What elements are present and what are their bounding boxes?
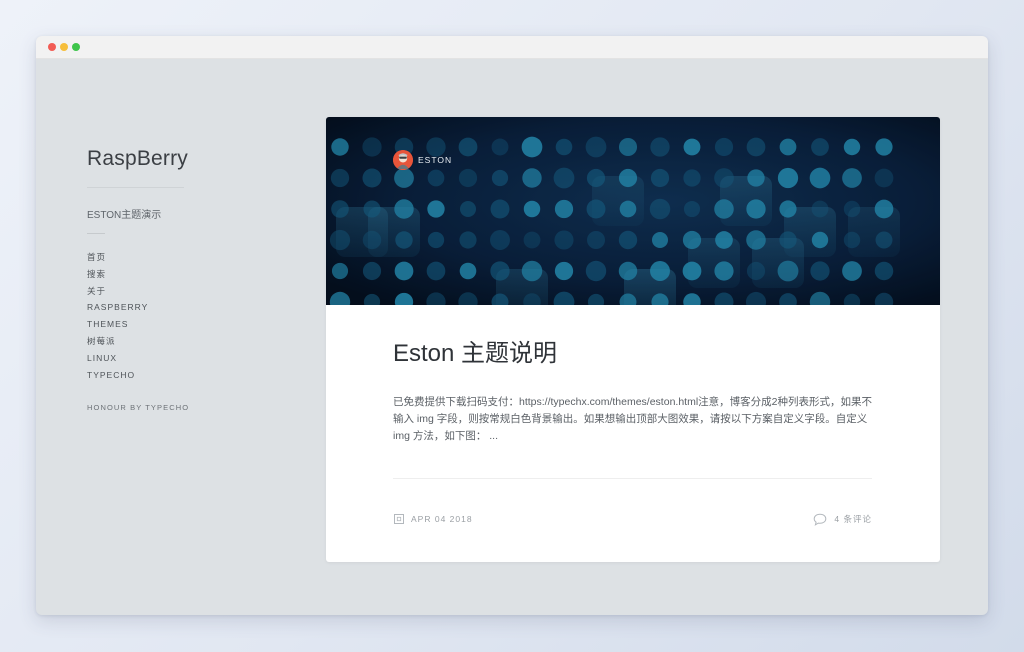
post-date: APR 04 2018 [393, 513, 473, 525]
sidebar-divider [87, 187, 184, 188]
post-divider [393, 478, 872, 479]
sidebar-divider-short [87, 233, 105, 234]
nav-item-search[interactable]: 搜索 [87, 266, 148, 283]
post-title[interactable]: Eston 主题说明 [393, 333, 557, 368]
minimize-window-button[interactable] [60, 43, 68, 51]
nav-item-raspberry[interactable]: RASPBERRY [87, 299, 148, 316]
post-date-text: APR 04 2018 [411, 514, 473, 524]
post-excerpt: 已免费提供下载扫码支付：https://typechx.com/themes/e… [393, 396, 872, 442]
browser-window: RaspBerry ESTON主题演示 首页 搜索 关于 RASPBERRY T… [36, 36, 988, 615]
sidebar-nav: 首页 搜索 关于 RASPBERRY THEMES 树莓派 LINUX TYPE… [87, 249, 148, 383]
author-name: ESTON [418, 155, 453, 165]
nav-item-linux[interactable]: LINUX [87, 350, 148, 367]
post-hero-image[interactable] [326, 117, 940, 305]
site-title[interactable]: RaspBerry [87, 147, 188, 171]
nav-item-typecho[interactable]: TYPECHO [87, 367, 148, 384]
close-window-button[interactable] [48, 43, 56, 51]
post-comments-link[interactable]: 4 条评论 [813, 512, 872, 526]
post-comments-count: 4 条评论 [834, 514, 872, 524]
nav-item-raspberry-pi[interactable]: 树莓派 [87, 333, 148, 350]
calendar-icon [393, 513, 405, 525]
post-card: ESTON Eston 主题说明 已免费提供下载扫码支付：https://typ… [326, 117, 940, 562]
nav-item-themes[interactable]: THEMES [87, 316, 148, 333]
maximize-window-button[interactable] [72, 43, 80, 51]
comment-bubble-icon [813, 513, 827, 526]
post-author[interactable]: ESTON [393, 150, 452, 170]
footer-credit: HONOUR BY TYPECHO [87, 403, 190, 412]
site-description: ESTON主题演示 [87, 210, 162, 221]
window-titlebar [36, 36, 988, 59]
author-avatar [393, 150, 413, 170]
nav-item-home[interactable]: 首页 [87, 249, 148, 266]
nav-item-about[interactable]: 关于 [87, 283, 148, 300]
